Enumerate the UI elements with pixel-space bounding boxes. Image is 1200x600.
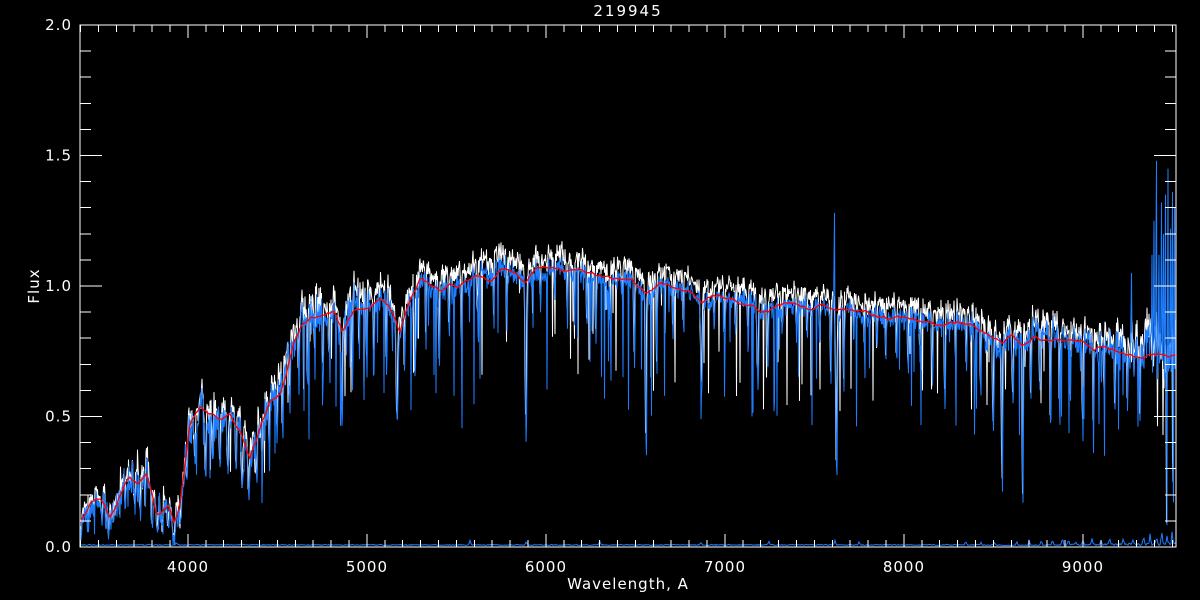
x-tick-label: 7000 [704,558,746,576]
chart-title: 219945 [593,2,662,20]
y-tick-label: 2.0 [45,16,72,34]
y-tick-label: 1.5 [45,147,72,165]
plot-window: 4000 5000 6000 7000 8000 9000 0.0 0.5 1.0 1.5 2.0… [0,0,1200,600]
x-tick-label: 9000 [1062,558,1104,576]
x-tick-label: 8000 [883,558,925,576]
x-tick-label: 6000 [525,558,567,576]
y-tick-label: 1.0 [45,277,72,295]
x-axis-label: Wavelength, A [567,575,689,593]
chart-background [0,0,1200,600]
x-tick-label: 5000 [346,558,388,576]
y-axis-label: Flux [25,268,43,303]
x-tick-label: 4000 [167,558,209,576]
y-tick-label: 0.5 [45,408,72,426]
spectrum-chart: 4000 5000 6000 7000 8000 9000 0.0 0.5 1.0 1.5 2.0… [0,0,1200,600]
y-tick-label: 0.0 [45,538,72,556]
